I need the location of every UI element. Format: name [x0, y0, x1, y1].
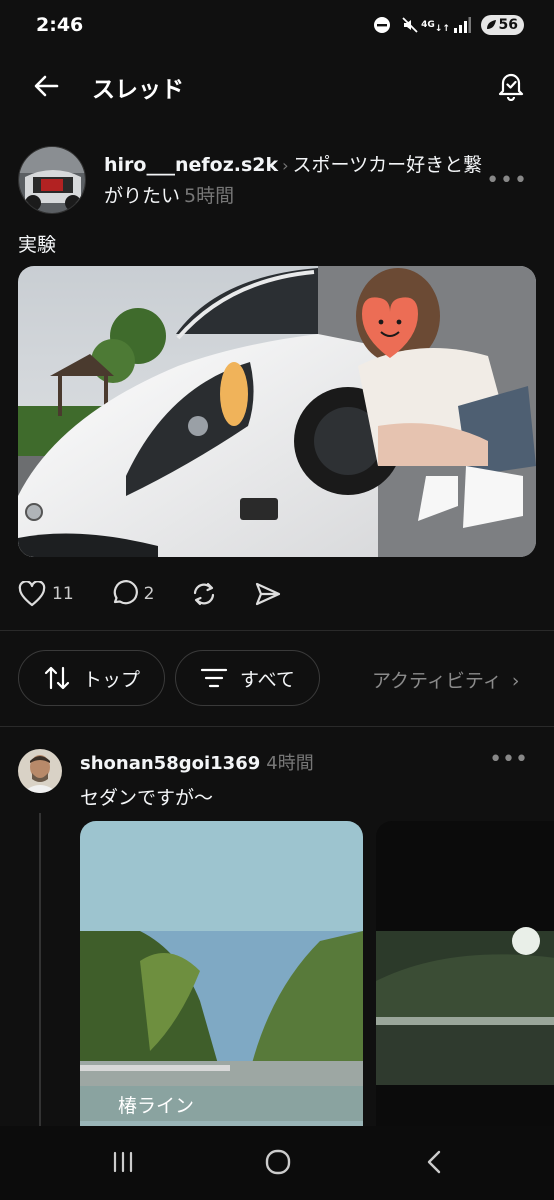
like-count: 11 [52, 584, 74, 604]
back-nav-button[interactable] [414, 1144, 454, 1180]
reply-username[interactable]: shonan58goi1369 [80, 753, 260, 774]
divider [0, 630, 554, 631]
activity-label: アクティビティ [372, 670, 502, 692]
status-bar: 2:46 4G ↓↑ 56 [0, 0, 554, 54]
more-icon[interactable]: ••• [486, 168, 528, 193]
status-time: 2:46 [36, 14, 84, 36]
page-title: スレッド [92, 77, 184, 103]
mute-icon [401, 16, 419, 34]
reply-header: shonan58goi1369 4時間 [80, 749, 314, 775]
back-button[interactable] [28, 68, 64, 104]
network-type: 4G ↓↑ [421, 19, 450, 34]
bell-check-icon [498, 73, 524, 101]
home-icon [265, 1149, 291, 1175]
post-image[interactable] [18, 266, 536, 557]
reply-text: セダンですが〜 [80, 787, 214, 809]
filter-chip[interactable]: すべて [175, 650, 320, 706]
filter-icon [200, 668, 228, 688]
back-nav-icon [427, 1150, 441, 1174]
activity-link[interactable]: アクティビティ › [372, 666, 519, 693]
repost-icon [194, 582, 215, 606]
post-actions: 11 2 [18, 578, 318, 610]
top-app-bar: スレッド [0, 54, 554, 118]
more-icon[interactable]: ••• [489, 747, 528, 772]
comment-count: 2 [143, 584, 155, 604]
status-icons: 4G ↓↑ 56 [373, 15, 524, 35]
system-nav-bar [0, 1126, 554, 1200]
like-button[interactable]: 11 [18, 581, 74, 607]
avatar[interactable] [18, 146, 86, 214]
post-username[interactable]: hiro___nefoz.s2k [104, 154, 278, 176]
home-button[interactable] [258, 1144, 298, 1180]
reply-media-2[interactable] [376, 821, 554, 1141]
notification-button[interactable] [492, 66, 530, 104]
recents-icon [113, 1151, 133, 1173]
dnd-icon [373, 16, 391, 34]
filter-label: すべて [240, 668, 295, 691]
share-button[interactable] [254, 580, 282, 608]
filter-bar: トップ すべて [18, 650, 320, 706]
send-icon [256, 582, 281, 606]
repost-button[interactable] [190, 580, 218, 608]
sort-chip[interactable]: トップ [18, 650, 166, 706]
reply-time: 4時間 [266, 753, 314, 774]
chevron-right-icon: › [282, 156, 289, 175]
battery-indicator: 56 [480, 15, 524, 35]
post-text: 実験 [18, 234, 57, 256]
sort-label: トップ [83, 668, 141, 691]
post-time: 5時間 [184, 185, 235, 207]
thread-line [39, 813, 41, 1153]
chevron-right-icon: › [511, 670, 520, 692]
comment-button[interactable]: 2 [110, 580, 155, 608]
media-caption: 椿ライン [118, 1095, 195, 1117]
comment-icon [113, 580, 138, 605]
reply-media-1[interactable]: 椿ライン [80, 821, 363, 1141]
signal-icon [453, 17, 471, 33]
sort-icon [44, 666, 70, 690]
battery-leaf-icon [486, 20, 496, 29]
reply-avatar[interactable] [18, 749, 62, 793]
divider [0, 726, 554, 727]
arrow-left-icon [34, 75, 59, 97]
recents-button[interactable] [103, 1144, 143, 1180]
heart-icon [18, 581, 46, 607]
post-header: hiro___nefoz.s2k › スポーツカー好きと繋がりたい 5時間 [104, 150, 494, 211]
